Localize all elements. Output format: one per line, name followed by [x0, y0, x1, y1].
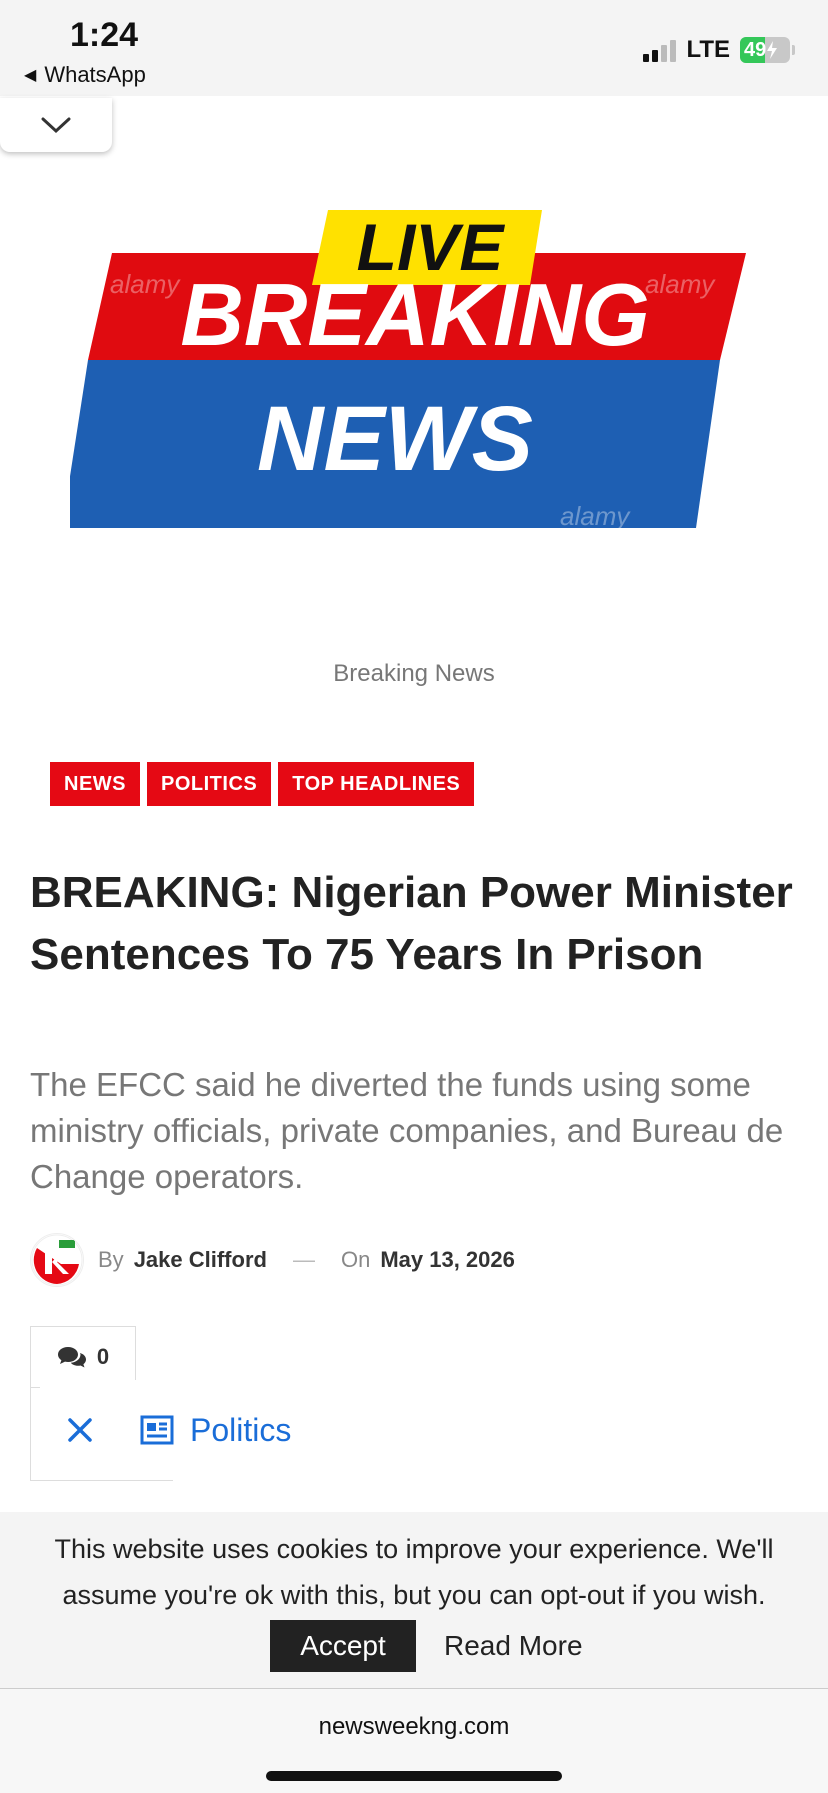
hero-breaking-text: BREAKING	[180, 265, 649, 364]
back-app-label: WhatsApp	[44, 62, 146, 87]
status-bar: 1:24 ◀ WhatsApp LTE 49	[0, 0, 828, 96]
cellular-signal-icon	[643, 38, 677, 62]
newspaper-icon	[140, 1415, 174, 1445]
author-avatar[interactable]	[30, 1233, 84, 1287]
category-tags: NEWS POLITICS TOP HEADLINES	[50, 762, 475, 806]
system-indicators: LTE 49	[643, 36, 795, 64]
tag-politics[interactable]: POLITICS	[147, 762, 272, 806]
hero-news-text: NEWS	[257, 388, 533, 490]
hero-watermark: alamy	[645, 269, 716, 299]
cookie-message: This website uses cookies to improve you…	[54, 1534, 774, 1610]
category-link-politics[interactable]: Politics	[190, 1412, 291, 1449]
battery-icon: 49	[740, 37, 795, 63]
author-link[interactable]: Jake Clifford	[134, 1247, 267, 1273]
chevron-down-icon	[41, 117, 71, 134]
address-bar-url[interactable]: newsweekng.com	[0, 1713, 828, 1741]
battery-level: 49	[744, 38, 767, 61]
image-caption: Breaking News	[333, 660, 495, 687]
collapse-toggle-button[interactable]	[0, 98, 112, 152]
home-indicator[interactable]	[266, 1771, 562, 1781]
on-label: On	[340, 1247, 371, 1272]
publish-date: May 13, 2026	[380, 1247, 515, 1272]
back-triangle-icon: ◀	[24, 67, 37, 84]
accept-cookies-button[interactable]: Accept	[270, 1620, 416, 1672]
cookie-consent-bar: This website uses cookies to improve you…	[0, 1512, 828, 1688]
network-type: LTE	[686, 36, 730, 63]
comments-icon	[57, 1347, 86, 1368]
sticky-category-bar: Politics	[40, 1380, 292, 1480]
hero-watermark: alamy	[560, 501, 631, 531]
read-more-link[interactable]: Read More	[444, 1620, 583, 1672]
by-label: By	[98, 1247, 124, 1272]
tag-top-headlines[interactable]: TOP HEADLINES	[278, 762, 475, 806]
status-time: 1:24	[70, 16, 139, 54]
article-meta: By Jake Clifford — On May 13, 2026	[30, 1233, 515, 1287]
hero-watermark: alamy	[110, 269, 181, 299]
charging-bolt-icon	[767, 41, 778, 59]
browser-address-bar: newsweekng.com	[0, 1688, 828, 1793]
close-icon[interactable]	[60, 1410, 100, 1450]
article-headline: BREAKING: Nigerian Power Minister Senten…	[30, 868, 793, 979]
article-excerpt: The EFCC said he diverted the funds usin…	[30, 1066, 784, 1195]
comment-count: 0	[96, 1344, 110, 1369]
meta-separator: —	[292, 1247, 315, 1272]
back-to-app-button[interactable]: ◀ WhatsApp	[24, 62, 146, 88]
comments-button[interactable]: 0	[30, 1326, 136, 1388]
breaking-news-image: alamy alamy alamy LIVE BREAKING NEWS	[70, 210, 746, 531]
tag-news[interactable]: NEWS	[50, 762, 140, 806]
